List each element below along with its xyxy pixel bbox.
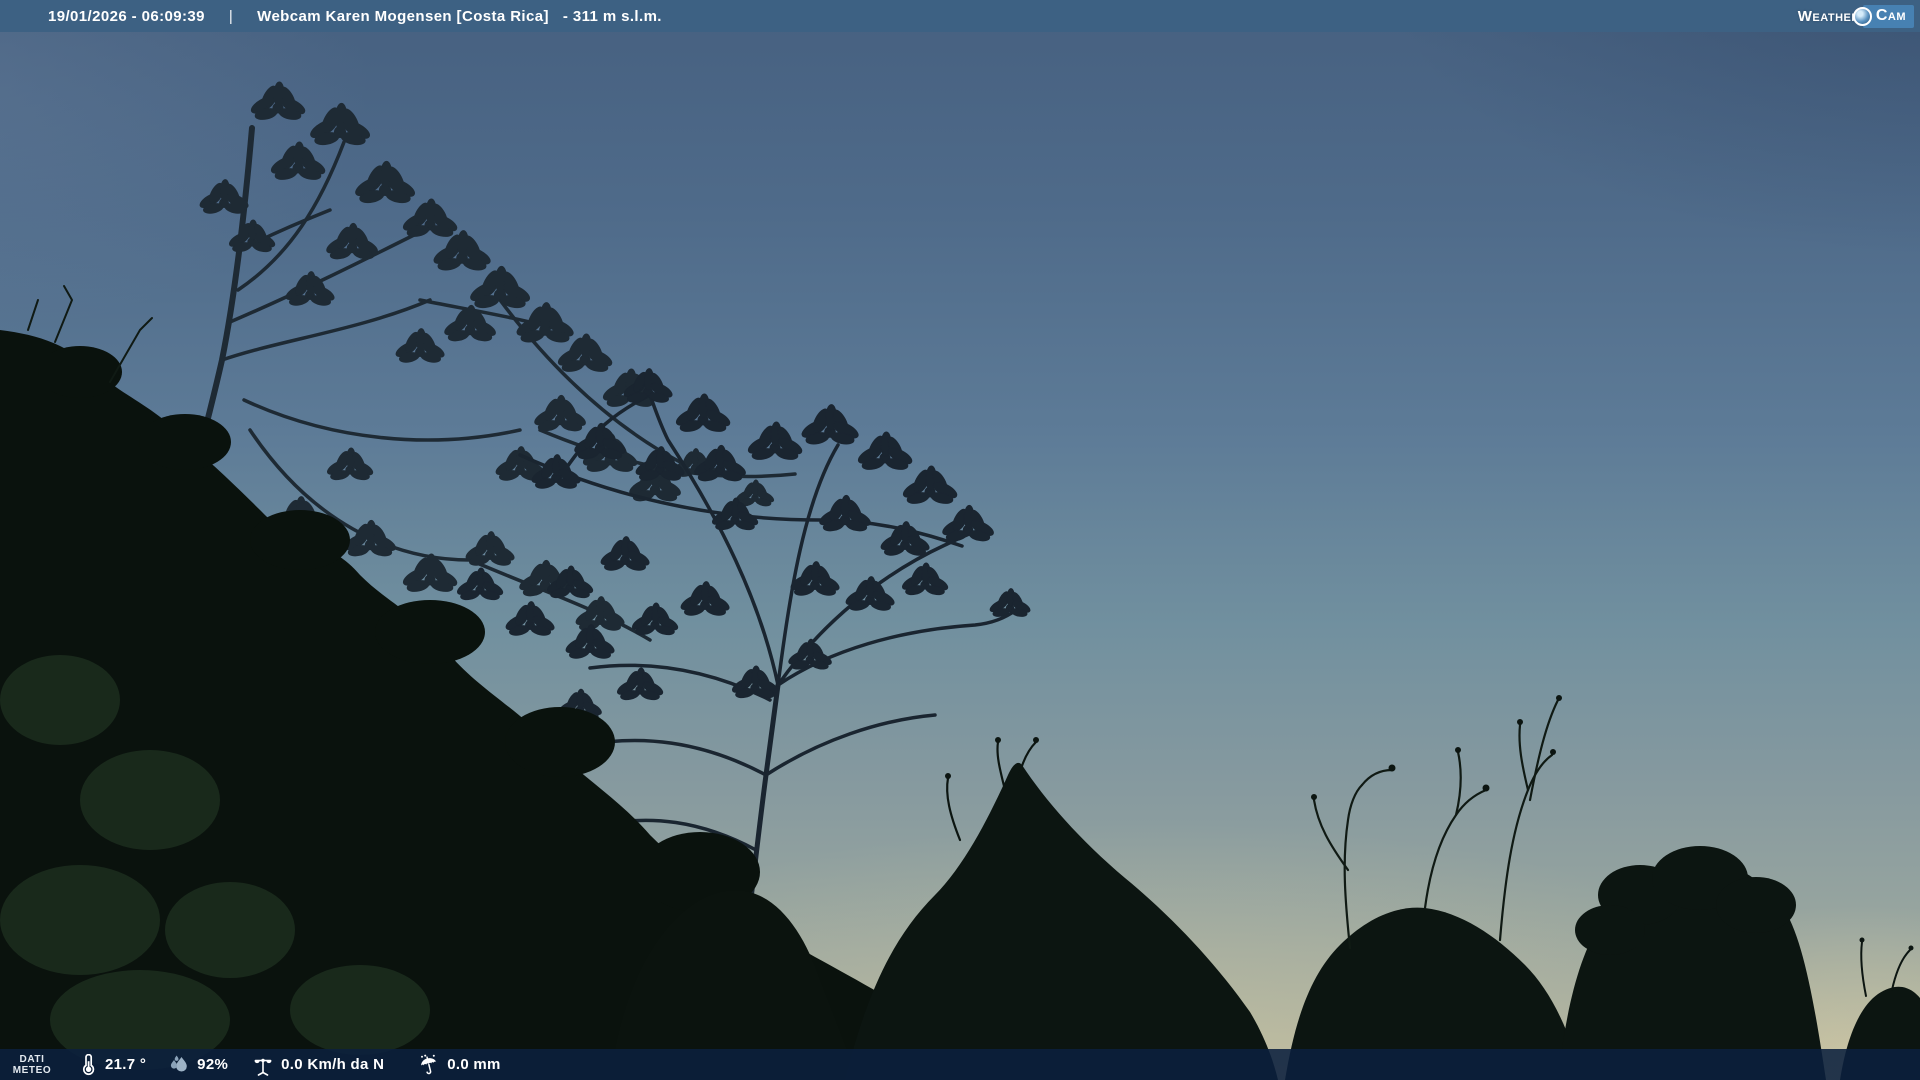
- rain-value: 0.0 mm: [447, 1056, 501, 1073]
- temperature-metric: 21.7 °: [78, 1053, 147, 1076]
- camera-altitude: - 311 m s.l.m.: [562, 7, 662, 25]
- webcam-photo-trees: [0, 81, 1920, 1080]
- wind-metric: 0.0 Km/h da N: [252, 1054, 384, 1076]
- header-bar: 19/01/2026 - 06:09:39 | Webcam Karen Mog…: [0, 0, 1920, 32]
- wind-value: 0.0 Km/h da N: [281, 1056, 385, 1073]
- camera-title: Webcam Karen Mogensen [Costa Rica]: [257, 7, 549, 25]
- timestamp: 19/01/2026 - 06:09:39: [48, 7, 205, 25]
- humidity-drops-icon: [168, 1054, 190, 1076]
- humidity-metric: 92%: [168, 1054, 228, 1076]
- camera-lens-icon: [1852, 6, 1872, 26]
- weather-data-label-line1: DATI: [19, 1053, 45, 1065]
- thermometer-icon: [78, 1053, 98, 1076]
- header-divider: |: [228, 7, 234, 25]
- webcam-viewer: 19/01/2026 - 06:09:39 | Webcam Karen Mog…: [0, 0, 1920, 1080]
- weather-data-label: DATI METEO: [0, 1054, 64, 1076]
- rain-metric: 0.0 mm: [418, 1054, 501, 1076]
- temperature-value: 21.7 °: [105, 1056, 147, 1073]
- footer-bar: DATI METEO 21.7 ° 92% 0.0 Km/h da N 0.0 …: [0, 1049, 1920, 1080]
- forest-canopy-left: [0, 285, 1020, 1080]
- weathercam-logo: Weather Cam: [1797, 4, 1914, 28]
- anemometer-icon: [252, 1054, 274, 1076]
- umbrella-rain-icon: [418, 1054, 440, 1076]
- weather-data-label-line2: METEO: [12, 1064, 52, 1076]
- humidity-value: 92%: [197, 1056, 229, 1073]
- treeline-right: [845, 695, 1920, 1080]
- logo-weather-text: Weather: [1797, 7, 1860, 25]
